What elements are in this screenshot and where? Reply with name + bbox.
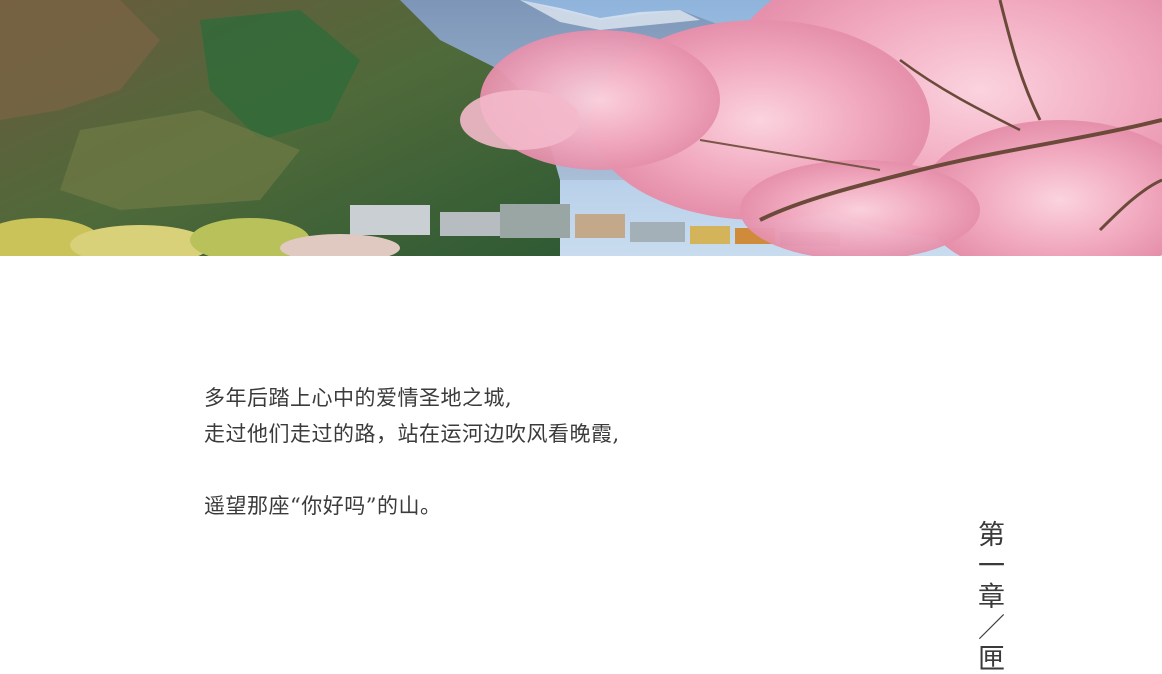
poem-line-2: 走过他们走过的路，站在运河边吹风看晚霞, bbox=[204, 422, 620, 446]
chapter-heading: 第一章／匣 bbox=[973, 520, 1004, 674]
poem-line-4: 遥望那座“你好吗”的山。 bbox=[204, 494, 442, 518]
poem-line-1: 多年后踏上心中的爱情圣地之城, bbox=[204, 386, 513, 410]
poem-line-3 bbox=[204, 452, 620, 488]
poem-text: 多年后踏上心中的爱情圣地之城, 走过他们走过的路，站在运河边吹风看晚霞, 遥望那… bbox=[204, 380, 620, 524]
cherry-blossom-photo bbox=[0, 0, 1162, 256]
page: 多年后踏上心中的爱情圣地之城, 走过他们走过的路，站在运河边吹风看晚霞, 遥望那… bbox=[0, 0, 1162, 674]
